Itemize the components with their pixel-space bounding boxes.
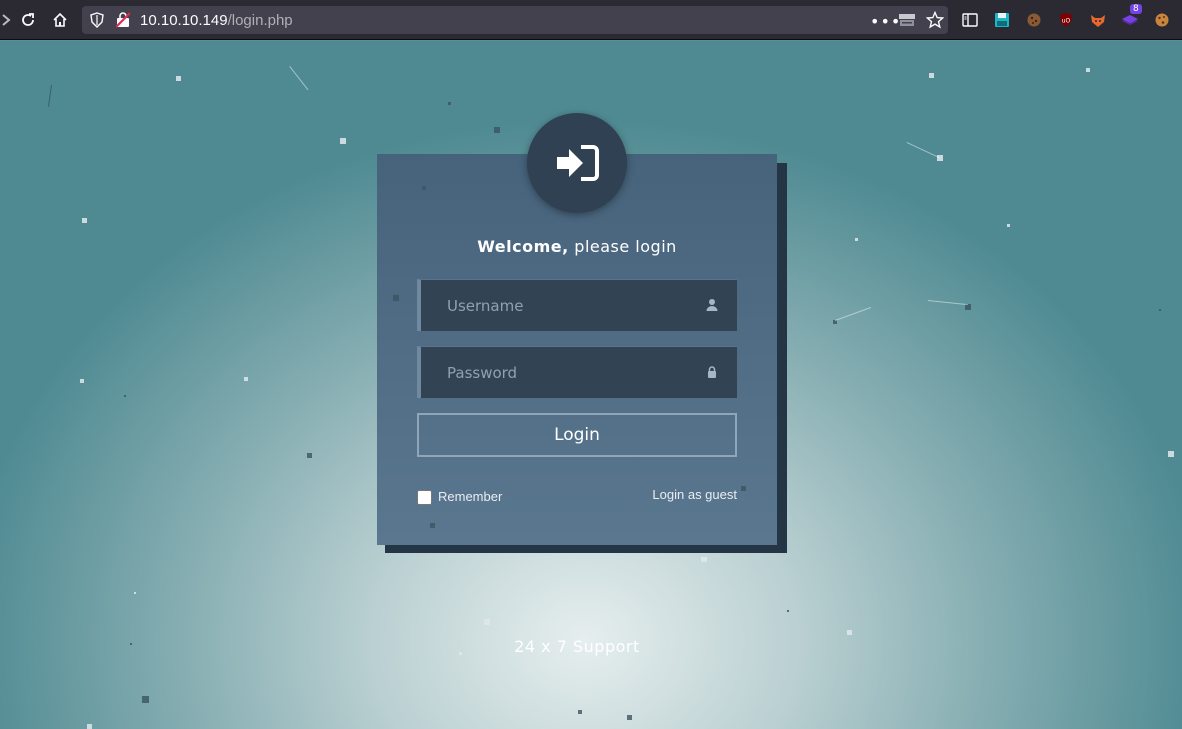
particle: [142, 696, 149, 703]
pocket-icon[interactable]: [898, 12, 916, 32]
lock-icon: [708, 366, 716, 378]
username-input[interactable]: [445, 280, 699, 332]
welcome-rest: please login: [568, 237, 677, 256]
login-as-guest-link[interactable]: Login as guest: [652, 487, 737, 502]
particle: [393, 295, 399, 301]
home-icon[interactable]: [48, 8, 72, 32]
stacked-extension-icon[interactable]: 8: [1120, 4, 1142, 30]
welcome-bold: Welcome,: [477, 237, 569, 256]
svg-text:uO: uO: [1062, 18, 1071, 25]
particle: [1086, 68, 1090, 72]
address-bar[interactable]: 10.10.10.149/login.php •••: [82, 6, 948, 34]
particle-link: [835, 307, 872, 321]
particle: [847, 630, 852, 635]
particle: [1168, 451, 1174, 457]
tracking-shield-icon[interactable]: [90, 12, 104, 32]
cookie-extension-icon[interactable]: [1024, 10, 1044, 30]
url-host: 10.10.10.149: [140, 12, 228, 29]
particle: [307, 453, 312, 458]
particle: [340, 138, 346, 144]
particle-link: [906, 142, 940, 159]
particle: [130, 643, 132, 645]
particle-link: [47, 84, 52, 107]
login-button[interactable]: Login: [417, 413, 737, 457]
remember-checkbox-label[interactable]: Remember: [417, 487, 502, 505]
support-text: 24 x 7 Support: [514, 637, 640, 656]
reload-icon[interactable]: [16, 8, 40, 32]
cookie-editor-icon[interactable]: [1152, 10, 1172, 30]
insecure-lock-icon[interactable]: [115, 12, 131, 32]
page-actions-menu-icon[interactable]: •••: [870, 12, 901, 31]
foxyproxy-icon[interactable]: [1088, 10, 1108, 30]
browser-toolbar: 10.10.10.149/login.php ••• uO 8: [0, 0, 1182, 40]
particle: [244, 377, 248, 381]
particle-link: [289, 66, 309, 91]
password-field[interactable]: [417, 346, 737, 399]
particle: [82, 218, 87, 223]
particle: [124, 395, 126, 397]
particle: [87, 724, 92, 729]
url-text[interactable]: 10.10.10.149/login.php: [140, 12, 293, 29]
particle: [422, 186, 426, 190]
particle: [701, 557, 707, 562]
welcome-heading: Welcome, please login: [377, 237, 777, 256]
particle: [787, 610, 789, 612]
particle: [134, 592, 136, 594]
particle: [1159, 309, 1161, 311]
url-path: /login.php: [227, 12, 293, 29]
save-disk-extension-icon[interactable]: [992, 10, 1012, 30]
particle: [430, 523, 435, 528]
particle: [176, 76, 181, 81]
sidebar-icon[interactable]: [960, 10, 980, 30]
ublock-origin-icon[interactable]: uO: [1056, 10, 1076, 30]
remember-text: Remember: [438, 488, 503, 504]
particle: [448, 102, 451, 105]
login-badge: [527, 113, 627, 213]
particle: [1007, 224, 1010, 227]
password-input[interactable]: [445, 347, 699, 399]
particle: [484, 619, 490, 625]
particle: [494, 127, 500, 133]
username-field[interactable]: [417, 279, 737, 332]
particle: [627, 715, 632, 720]
extension-count-badge: 8: [1130, 4, 1142, 14]
particle: [929, 73, 934, 78]
particle-link: [927, 300, 968, 306]
user-icon: [706, 299, 718, 311]
particle: [855, 238, 858, 241]
particle: [80, 379, 84, 383]
particle: [578, 710, 582, 714]
particle: [741, 486, 746, 491]
login-page: Welcome, please login Login Remember Log…: [0, 41, 1182, 729]
bookmark-star-icon[interactable]: [925, 10, 945, 33]
remember-checkbox[interactable]: [417, 490, 432, 505]
particle: [459, 652, 462, 655]
sign-in-icon: [557, 145, 599, 181]
